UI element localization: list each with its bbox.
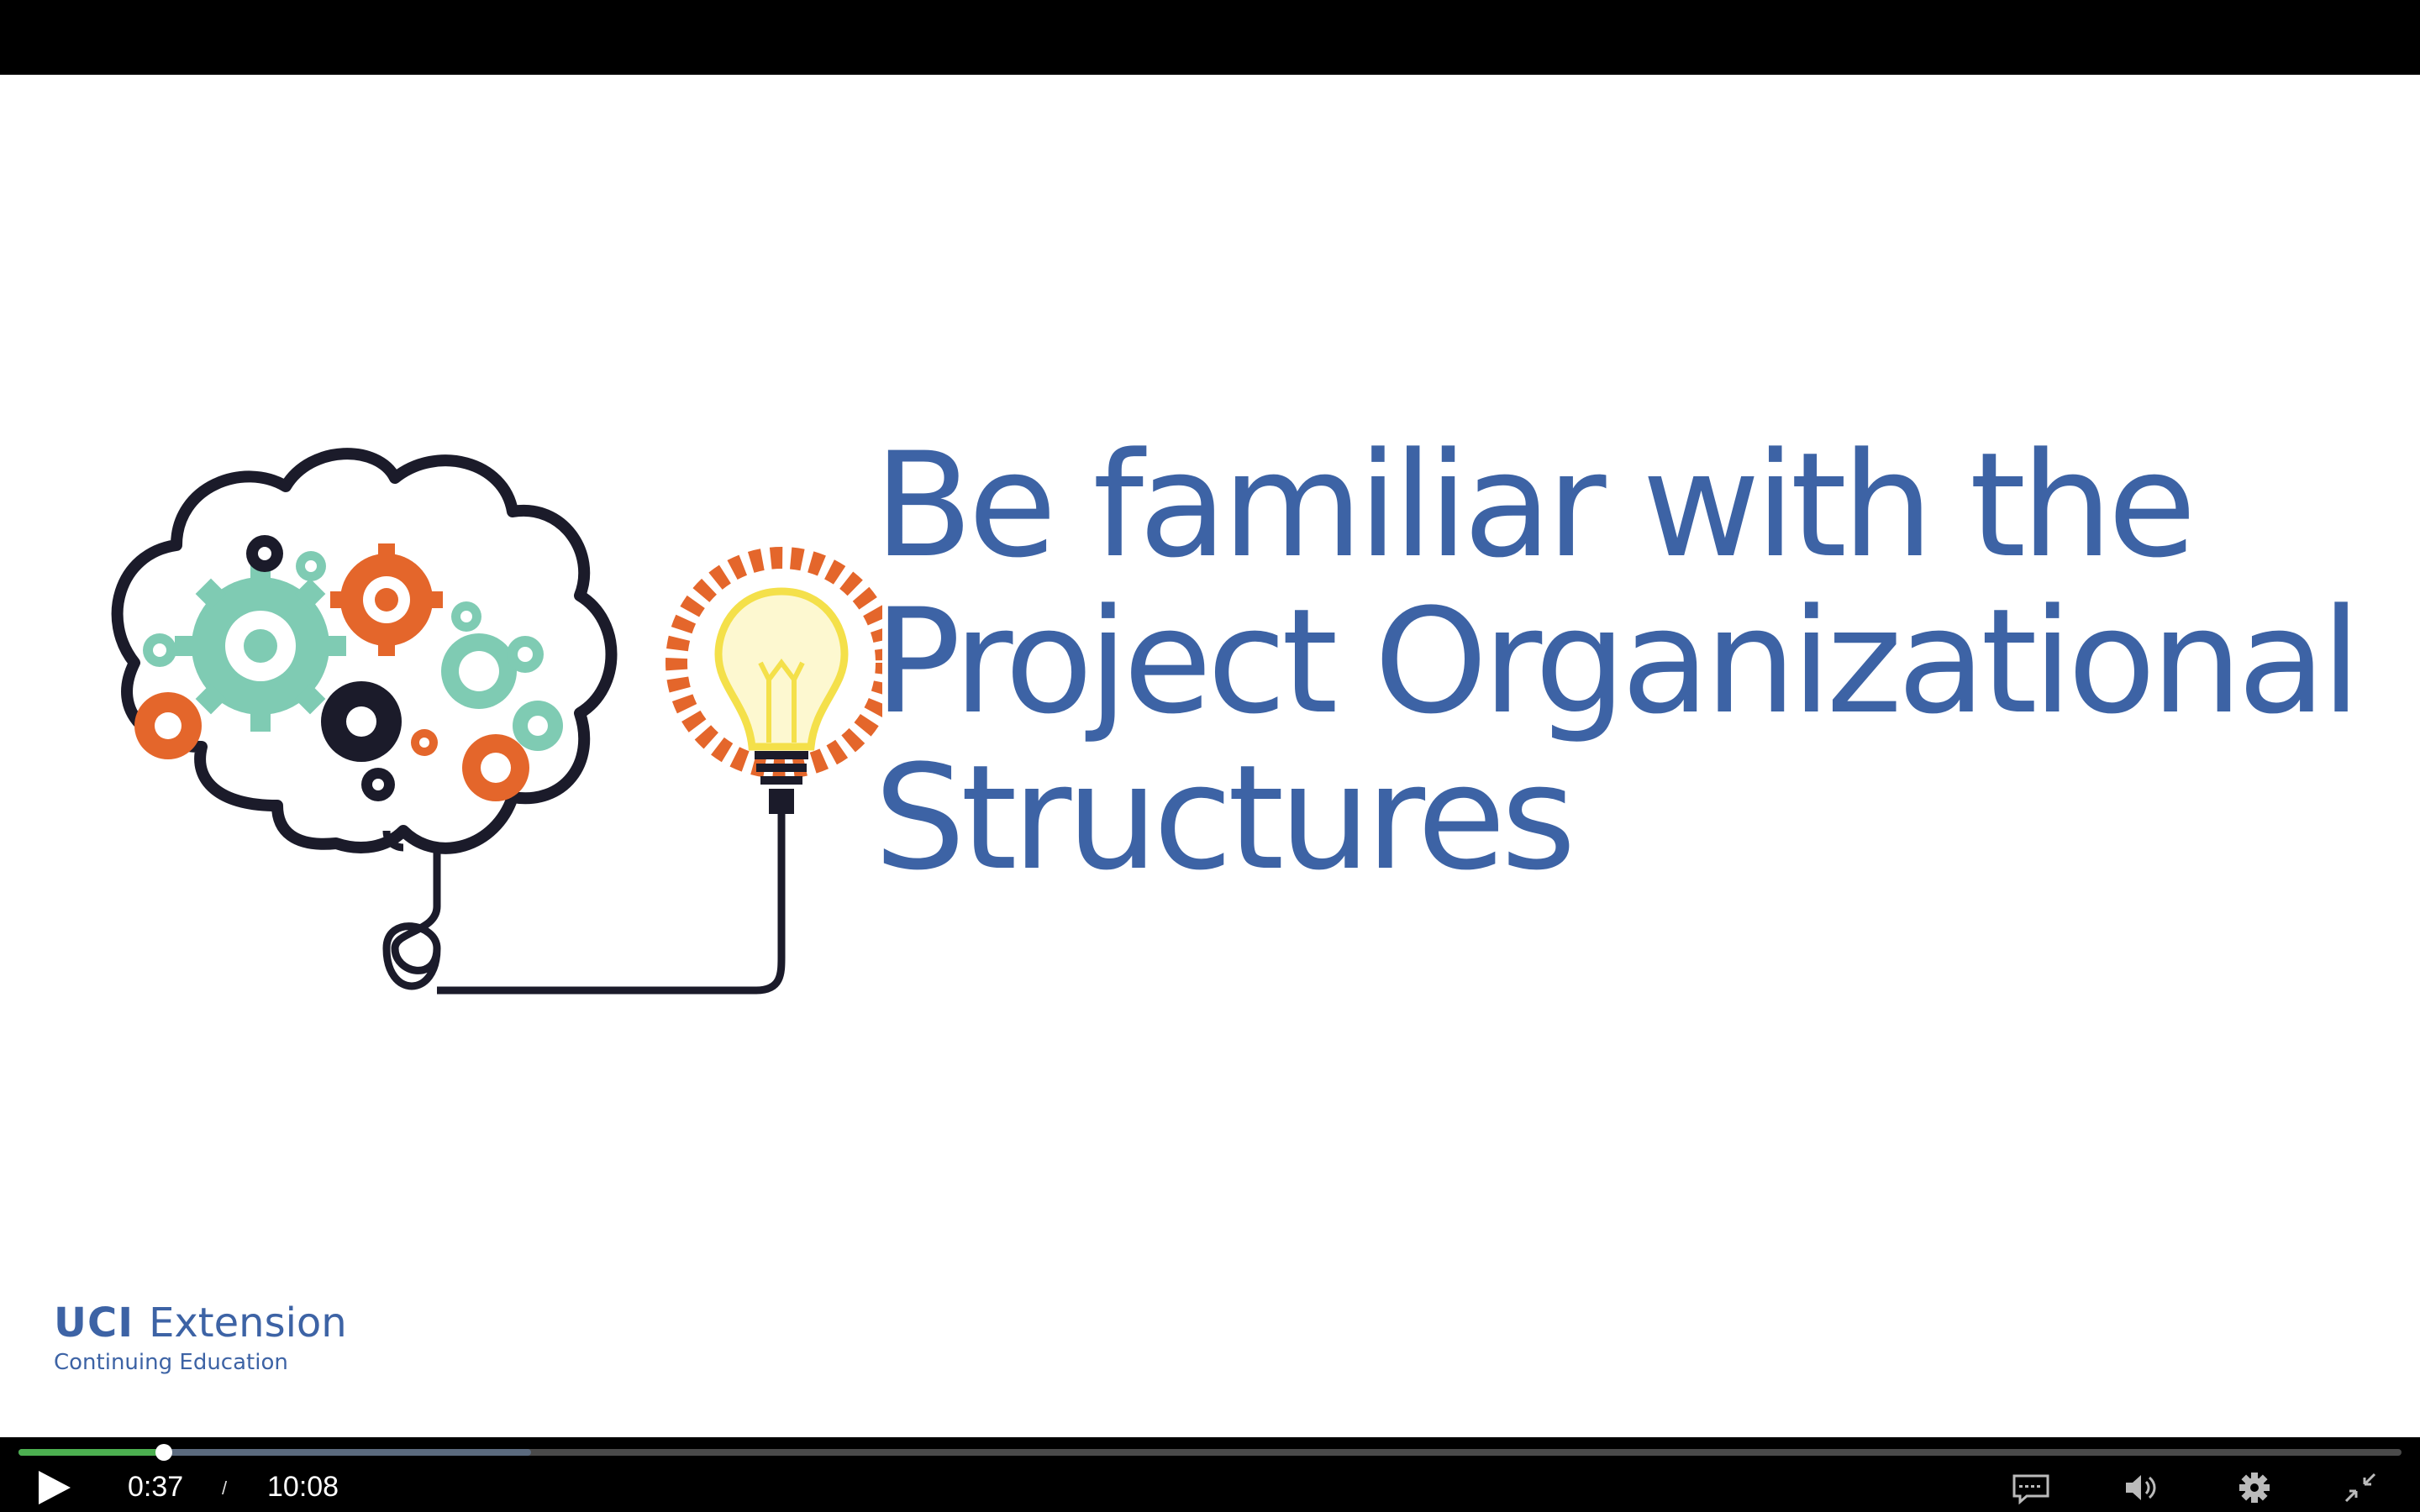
time-separator: / [222, 1478, 228, 1499]
dark-gear-icon [321, 681, 402, 762]
slide-title-line-1: Be familiar with the [874, 421, 2196, 590]
control-row: 0:37 / 10:08 [0, 1462, 2420, 1512]
slide-title-line-2: Project Organizational [874, 577, 2361, 746]
slide-title-line-3: Structures [874, 733, 1576, 902]
volume-button[interactable] [2123, 1471, 2161, 1504]
brand-extension: Extension [149, 1299, 347, 1347]
progress-handle[interactable] [155, 1444, 172, 1461]
duration: 10:08 [267, 1471, 339, 1503]
play-icon [39, 1471, 71, 1504]
brand-subtitle: Continuing Education [54, 1350, 288, 1375]
slide-title: Be familiar with the Project Organizatio… [874, 428, 2370, 896]
gear-icon [2239, 1473, 2270, 1503]
current-time: 0:37 [128, 1471, 184, 1503]
top-letterbox [0, 0, 2420, 75]
player-controls: 0:37 / 10:08 [0, 1437, 2420, 1512]
progress-bar[interactable] [18, 1444, 2402, 1461]
video-frame[interactable]: Be familiar with the Project Organizatio… [0, 75, 2420, 1437]
captions-icon [2012, 1474, 2049, 1505]
uci-extension-logo: UCI Extension Continuing Education [54, 1299, 407, 1383]
brain-lightbulb-illustration [111, 448, 882, 995]
orange-gear-bottom-icon [462, 734, 529, 801]
volume-icon [2126, 1475, 2156, 1500]
play-button[interactable] [34, 1467, 76, 1508]
exit-fullscreen-icon [2344, 1473, 2376, 1503]
video-player: Be familiar with the Project Organizatio… [0, 0, 2420, 1512]
brand-uci: UCI [54, 1299, 134, 1347]
exit-fullscreen-button[interactable] [2341, 1471, 2380, 1504]
played-range [18, 1449, 164, 1456]
settings-button[interactable] [2235, 1471, 2274, 1504]
captions-button[interactable] [2012, 1471, 2050, 1505]
small-orange-gear-icon [134, 692, 202, 759]
lightbulb-icon [666, 547, 882, 814]
